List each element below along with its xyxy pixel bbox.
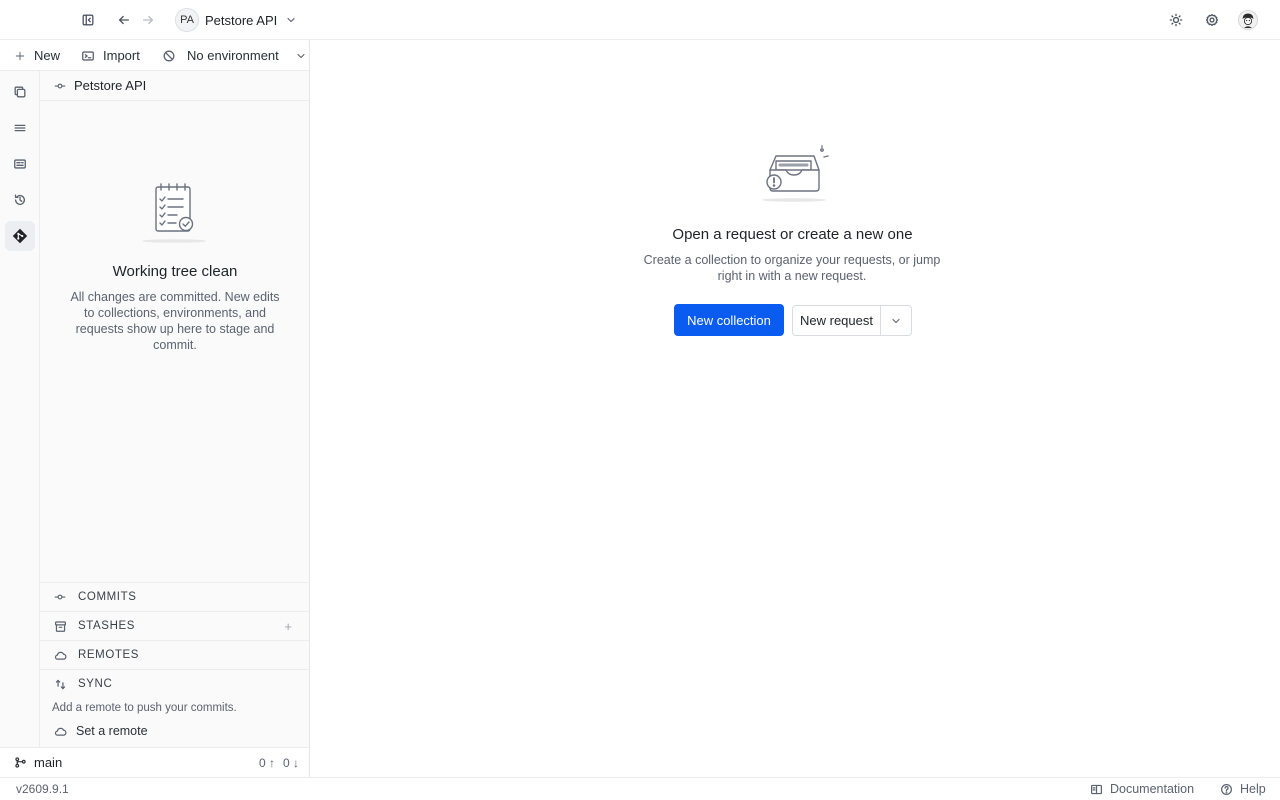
rail-requests-button[interactable] xyxy=(5,113,35,143)
commit-icon xyxy=(52,589,68,605)
book-icon xyxy=(1088,781,1104,797)
project-name: Petstore API xyxy=(205,12,278,28)
project-switcher[interactable]: PA Petstore API xyxy=(175,7,299,33)
back-button[interactable] xyxy=(112,8,136,32)
ahead-behind-counter: 0 ↑ 0 ↓ xyxy=(259,756,299,770)
import-button-label: Import xyxy=(103,48,140,63)
branch-icon xyxy=(12,755,28,771)
new-button[interactable]: New xyxy=(12,40,60,71)
set-remote-label: Set a remote xyxy=(76,724,148,738)
sun-icon xyxy=(1169,13,1183,27)
rail-collections-button[interactable] xyxy=(5,77,35,107)
section-sync[interactable]: SYNC xyxy=(40,669,310,698)
section-commits[interactable]: COMMITS xyxy=(40,582,310,611)
panel-header: Petstore API xyxy=(40,71,309,101)
section-stashes-label: STASHES xyxy=(78,620,136,632)
set-remote-button[interactable]: Set a remote xyxy=(52,721,148,741)
chevron-down-icon xyxy=(293,48,309,64)
archive-icon xyxy=(52,618,68,634)
rail-history-button[interactable] xyxy=(5,185,35,215)
git-panel: Petstore API Working tree clean All chan… xyxy=(40,71,310,747)
toggle-sidebar-button[interactable] xyxy=(76,8,100,32)
empty-state-title: Open a request or create a new one xyxy=(672,226,913,243)
status-bar: v2609.9.1 Documentation Help xyxy=(0,777,1280,800)
help-link[interactable]: Help xyxy=(1218,781,1266,797)
section-remotes-label: REMOTES xyxy=(78,649,140,661)
rail-git-button[interactable] xyxy=(5,221,35,251)
branch-bar: main 0 ↑ 0 ↓ xyxy=(0,747,310,777)
project-avatar: PA xyxy=(175,8,199,32)
plus-icon xyxy=(12,48,28,64)
empty-state-title: Working tree clean xyxy=(112,263,238,280)
documentation-link[interactable]: Documentation xyxy=(1088,781,1194,797)
card-icon xyxy=(12,156,28,172)
clipboard-checklist-icon xyxy=(140,177,210,247)
environment-label: No environment xyxy=(187,48,279,63)
empty-state-description: All changes are committed. New edits to … xyxy=(70,290,280,352)
activity-rail xyxy=(0,71,40,747)
section-sync-label: SYNC xyxy=(78,678,113,690)
arrow-right-icon xyxy=(141,13,155,27)
stack-icon xyxy=(12,120,28,136)
git-icon xyxy=(12,228,28,244)
arrow-left-icon xyxy=(117,13,131,27)
inbox-empty-icon xyxy=(758,144,830,204)
chevron-down-icon xyxy=(283,12,299,28)
user-avatar-button[interactable] xyxy=(1236,8,1260,32)
sidebar-toolbar: New Import No environment xyxy=(0,40,310,71)
new-button-label: New xyxy=(34,48,61,63)
gear-icon xyxy=(1205,13,1219,27)
section-stashes[interactable]: STASHES + xyxy=(40,611,310,640)
help-circle-icon xyxy=(1218,781,1234,797)
new-collection-button[interactable]: New collection xyxy=(674,304,784,336)
no-environment-icon xyxy=(161,48,177,64)
rail-environments-button[interactable] xyxy=(5,149,35,179)
history-icon xyxy=(12,192,28,208)
panel-title: Petstore API xyxy=(74,78,147,93)
commits-behind: 0 ↓ xyxy=(282,755,299,770)
section-remotes[interactable]: REMOTES xyxy=(40,640,310,669)
empty-state-description: Create a collection to organize your req… xyxy=(643,253,941,283)
copy-icon xyxy=(12,84,28,100)
cloud-icon xyxy=(52,723,68,739)
section-commits-label: COMMITS xyxy=(78,591,137,603)
cloud-icon xyxy=(52,647,68,663)
app-version: v2609.9.1 xyxy=(16,782,69,796)
settings-button[interactable] xyxy=(1200,8,1224,32)
new-request-menu-button[interactable] xyxy=(881,306,911,335)
sync-arrows-icon xyxy=(52,676,68,692)
add-stash-button[interactable]: + xyxy=(284,619,292,634)
new-request-button[interactable]: New request xyxy=(793,306,881,335)
help-label: Help xyxy=(1240,782,1266,796)
documentation-label: Documentation xyxy=(1110,782,1195,796)
import-icon xyxy=(80,48,96,64)
import-button[interactable]: Import xyxy=(80,40,140,71)
new-request-split-button: New request xyxy=(792,305,912,336)
environment-selector[interactable]: No environment xyxy=(161,40,309,71)
commits-ahead: 0 ↑ xyxy=(258,755,275,770)
theme-toggle-button[interactable] xyxy=(1164,8,1188,32)
main-content: Open a request or create a new one Creat… xyxy=(310,40,1280,777)
avatar xyxy=(1238,10,1258,30)
commit-icon xyxy=(52,78,68,94)
branch-selector[interactable]: main xyxy=(12,755,62,771)
forward-button[interactable] xyxy=(136,8,160,32)
top-bar: PA Petstore API xyxy=(0,0,1280,40)
sidebar-toggle-icon xyxy=(81,13,95,27)
chevron-down-icon xyxy=(888,313,904,329)
sync-hint: Add a remote to push your commits. xyxy=(52,702,237,714)
branch-name: main xyxy=(34,755,63,770)
